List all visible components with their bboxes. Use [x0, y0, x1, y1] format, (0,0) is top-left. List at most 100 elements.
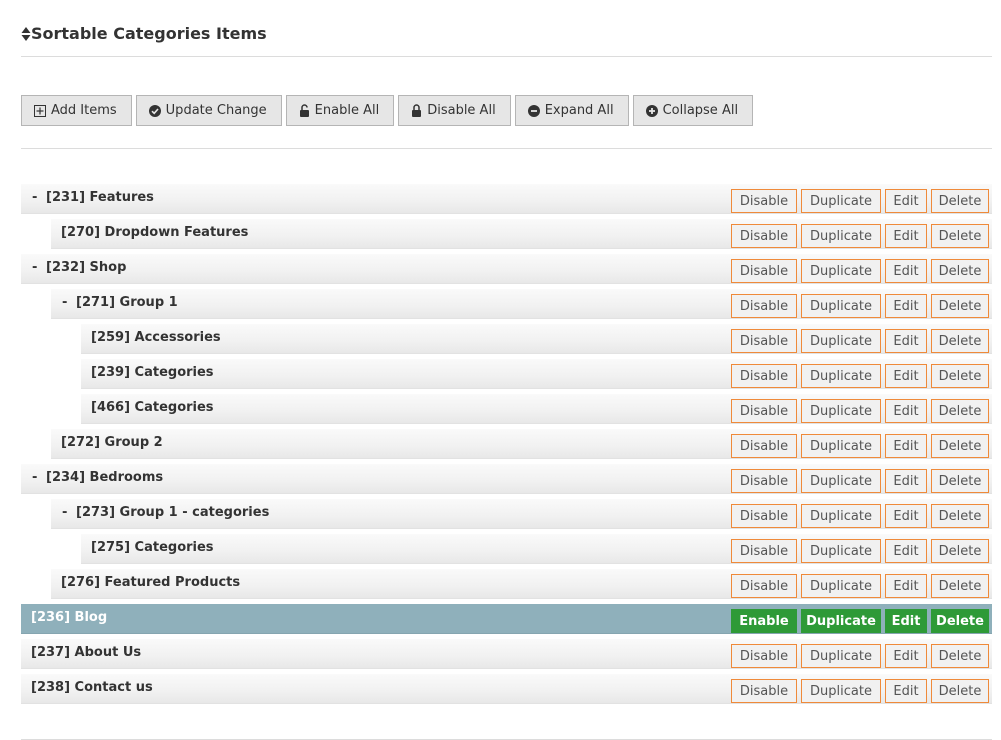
category-row[interactable]: - [271] Group 1 Disable Duplicate Edit Delete	[21, 289, 992, 319]
disable-button[interactable]: Disable	[731, 469, 797, 493]
disable-button[interactable]: Disable	[731, 224, 797, 248]
collapse-all-label: Collapse All	[662, 103, 739, 118]
edit-button[interactable]: Edit	[885, 259, 927, 283]
edit-button[interactable]: Edit	[885, 364, 927, 388]
add-items-label: Add Items	[51, 103, 117, 118]
category-row[interactable]: [270] Dropdown Features Disable Duplicate E…	[21, 219, 992, 249]
row-actions: Disable Duplicate Edit Delete	[731, 434, 989, 458]
disable-button[interactable]: Disable	[731, 574, 797, 598]
disable-button[interactable]: Disable	[731, 434, 797, 458]
duplicate-button[interactable]: Duplicate	[801, 679, 881, 703]
category-row[interactable]: [275] Categories Disable Duplicate Edit Dele…	[21, 534, 992, 564]
duplicate-button[interactable]: Duplicate	[801, 259, 881, 283]
enable-all-button[interactable]: Enable All	[285, 95, 395, 126]
duplicate-button[interactable]: Duplicate	[801, 504, 881, 528]
disable-button[interactable]: Disable	[731, 644, 797, 668]
category-row[interactable]: [238] Contact us Disable Duplicate Edit Dele…	[21, 674, 992, 704]
edit-button[interactable]: Edit	[885, 539, 927, 563]
category-row[interactable]: [236] Blog Enable Duplicate Edit Delete	[21, 604, 992, 634]
disable-all-button[interactable]: Disable All	[398, 95, 511, 126]
category-row[interactable]: [466] Categories Disable Duplicate Edit Dele…	[21, 394, 992, 424]
category-label: [275] Categories	[91, 540, 214, 555]
duplicate-button[interactable]: Duplicate	[801, 574, 881, 598]
expand-all-button[interactable]: Expand All	[514, 95, 629, 126]
category-row[interactable]: [239] Categories Disable Duplicate Edit Dele…	[21, 359, 992, 389]
delete-button[interactable]: Delete	[931, 399, 989, 423]
duplicate-button[interactable]: Duplicate	[801, 189, 881, 213]
disable-button[interactable]: Disable	[731, 539, 797, 563]
delete-button[interactable]: Delete	[931, 364, 989, 388]
collapse-toggle[interactable]: -	[32, 260, 42, 275]
delete-button[interactable]: Delete	[931, 434, 989, 458]
edit-button[interactable]: Edit	[885, 434, 927, 458]
disable-button[interactable]: Disable	[731, 504, 797, 528]
row-actions: Disable Duplicate Edit Delete	[731, 224, 989, 248]
edit-button[interactable]: Edit	[885, 574, 927, 598]
edit-button[interactable]: Edit	[885, 504, 927, 528]
duplicate-button[interactable]: Duplicate	[801, 469, 881, 493]
duplicate-button[interactable]: Duplicate	[801, 364, 881, 388]
edit-button[interactable]: Edit	[885, 399, 927, 423]
edit-button[interactable]: Edit	[885, 189, 927, 213]
category-row[interactable]: [272] Group 2 Disable Duplicate Edit Delete	[21, 429, 992, 459]
expand-all-label: Expand All	[544, 103, 614, 118]
duplicate-button[interactable]: Duplicate	[801, 399, 881, 423]
duplicate-button[interactable]: Duplicate	[801, 329, 881, 353]
category-row[interactable]: - [234] Bedrooms Disable Duplicate Edit Delet…	[21, 464, 992, 494]
duplicate-button[interactable]: Duplicate	[801, 294, 881, 318]
delete-button[interactable]: Delete	[931, 294, 989, 318]
edit-button[interactable]: Edit	[885, 644, 927, 668]
category-row[interactable]: [259] Accessories Disable Duplicate Edit Del…	[21, 324, 992, 354]
delete-button[interactable]: Delete	[931, 329, 989, 353]
duplicate-button[interactable]: Duplicate	[801, 539, 881, 563]
edit-button[interactable]: Edit	[885, 294, 927, 318]
category-row[interactable]: [276] Featured Products Disable Duplicate E…	[21, 569, 992, 599]
row-actions: Disable Duplicate Edit Delete	[731, 679, 989, 703]
disable-button[interactable]: Disable	[731, 364, 797, 388]
delete-button[interactable]: Delete	[931, 539, 989, 563]
edit-button[interactable]: Edit	[885, 679, 927, 703]
enable-button[interactable]: Enable	[731, 609, 797, 633]
edit-button[interactable]: Edit	[885, 224, 927, 248]
delete-button[interactable]: Delete	[931, 189, 989, 213]
duplicate-button[interactable]: Duplicate	[801, 644, 881, 668]
collapse-toggle[interactable]: -	[62, 505, 72, 520]
disable-button[interactable]: Disable	[731, 679, 797, 703]
category-label: [236] Blog	[31, 610, 108, 625]
duplicate-button[interactable]: Duplicate	[801, 609, 881, 633]
duplicate-button[interactable]: Duplicate	[801, 224, 881, 248]
category-row[interactable]: [237] About Us Disable Duplicate Edit Delete	[21, 639, 992, 669]
edit-button[interactable]: Edit	[885, 469, 927, 493]
collapse-all-button[interactable]: Collapse All	[632, 95, 754, 126]
category-row[interactable]: - [273] Group 1 - categories Disable Duplic…	[21, 499, 992, 529]
edit-button[interactable]: Edit	[885, 609, 927, 633]
disable-button[interactable]: Disable	[731, 399, 797, 423]
edit-button[interactable]: Edit	[885, 329, 927, 353]
delete-button[interactable]: Delete	[931, 504, 989, 528]
delete-button[interactable]: Delete	[931, 469, 989, 493]
row-actions: Disable Duplicate Edit Delete	[731, 504, 989, 528]
update-change-button[interactable]: Update Change	[135, 95, 282, 126]
duplicate-button[interactable]: Duplicate	[801, 434, 881, 458]
row-actions: Disable Duplicate Edit Delete	[731, 539, 989, 563]
collapse-toggle[interactable]: -	[32, 470, 42, 485]
delete-button[interactable]: Delete	[931, 609, 989, 633]
delete-button[interactable]: Delete	[931, 644, 989, 668]
delete-button[interactable]: Delete	[931, 574, 989, 598]
collapse-toggle[interactable]: -	[32, 190, 42, 205]
delete-button[interactable]: Delete	[931, 224, 989, 248]
delete-button[interactable]: Delete	[931, 679, 989, 703]
row-actions: Disable Duplicate Edit Delete	[731, 469, 989, 493]
disable-button[interactable]: Disable	[731, 189, 797, 213]
delete-button[interactable]: Delete	[931, 259, 989, 283]
category-row[interactable]: - [231] Features Disable Duplicate Edit Delet…	[21, 184, 992, 214]
add-items-button[interactable]: Add Items	[21, 95, 132, 126]
category-row[interactable]: - [232] Shop Disable Duplicate Edit Delete	[21, 254, 992, 284]
category-tree: - [231] Features Disable Duplicate Edit Delet…	[21, 184, 992, 709]
disable-button[interactable]: Disable	[731, 259, 797, 283]
disable-all-label: Disable All	[427, 103, 496, 118]
collapse-toggle[interactable]: -	[62, 295, 72, 310]
disable-button[interactable]: Disable	[731, 294, 797, 318]
panel-header: Sortable Categories Items	[21, 22, 992, 57]
disable-button[interactable]: Disable	[731, 329, 797, 353]
